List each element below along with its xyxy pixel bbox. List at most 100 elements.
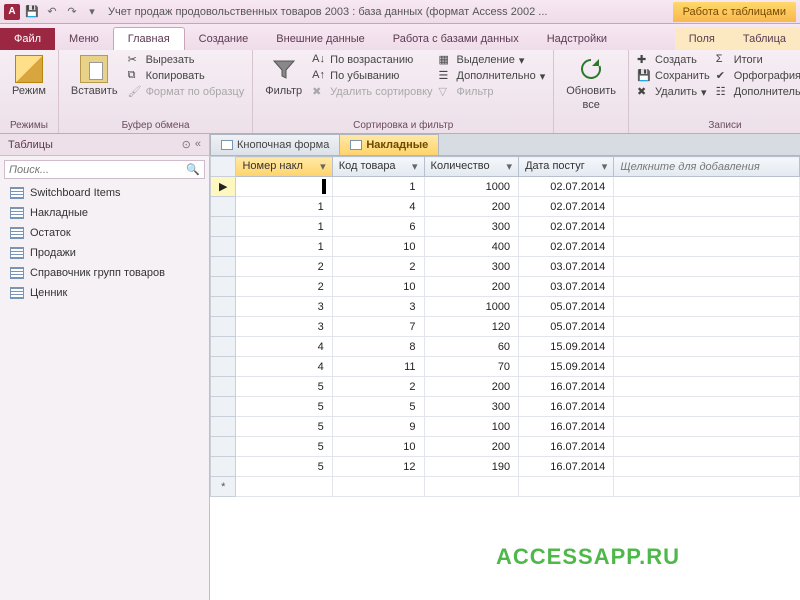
row-selector[interactable] (211, 357, 236, 377)
cell[interactable]: 200 (424, 437, 519, 457)
cell[interactable]: 5 (236, 377, 332, 397)
cell[interactable] (614, 357, 800, 377)
row-selector[interactable] (211, 337, 236, 357)
cell[interactable]: 10 (332, 277, 424, 297)
cell[interactable] (614, 257, 800, 277)
advanced-button[interactable]: ☰Дополнительно ▾ (439, 69, 546, 83)
nav-item[interactable]: Ценник (0, 283, 209, 303)
redo-icon[interactable]: ↷ (64, 4, 80, 20)
column-header[interactable]: Номер накл▾ (236, 157, 332, 177)
table-row[interactable]: 5910016.07.2014 (211, 417, 800, 437)
cell[interactable]: 3 (236, 297, 332, 317)
cell[interactable]: 02.07.2014 (519, 237, 614, 257)
cell[interactable]: 120 (424, 317, 519, 337)
file-tab[interactable]: Файл (0, 28, 55, 50)
table-row[interactable]: 4117015.09.2014 (211, 357, 800, 377)
document-tab[interactable]: Накладные (339, 134, 439, 155)
cell[interactable] (332, 477, 424, 497)
cell[interactable] (614, 177, 800, 197)
copy-button[interactable]: ⧉Копировать (128, 69, 245, 83)
cell[interactable]: 190 (424, 457, 519, 477)
cell[interactable]: 200 (424, 377, 519, 397)
cell[interactable]: 03.07.2014 (519, 257, 614, 277)
cell[interactable]: 15.09.2014 (519, 357, 614, 377)
cell[interactable]: 1 (236, 177, 332, 197)
row-selector[interactable] (211, 197, 236, 217)
datasheet[interactable]: Номер накл▾Код товара▾Количество▾Дата по… (210, 156, 800, 600)
row-selector[interactable] (211, 457, 236, 477)
cell[interactable]: 16.07.2014 (519, 437, 614, 457)
new-record-button[interactable]: ✚Создать (637, 53, 710, 67)
cell[interactable]: 3 (236, 317, 332, 337)
ribbon-context-tab[interactable]: Поля (675, 28, 729, 50)
column-header[interactable]: Количество▾ (424, 157, 519, 177)
row-selector[interactable] (211, 317, 236, 337)
cell[interactable] (424, 477, 519, 497)
cell[interactable]: 5 (236, 457, 332, 477)
cell[interactable]: 02.07.2014 (519, 197, 614, 217)
cell[interactable]: 02.07.2014 (519, 217, 614, 237)
cell[interactable]: 5 (332, 397, 424, 417)
cell[interactable]: 10 (332, 237, 424, 257)
table-row[interactable]: 1630002.07.2014 (211, 217, 800, 237)
cell[interactable]: 1000 (424, 177, 519, 197)
row-selector[interactable] (211, 237, 236, 257)
row-selector[interactable] (211, 417, 236, 437)
ribbon-tab[interactable]: Внешние данные (262, 28, 378, 50)
row-selector[interactable]: ▶ (211, 177, 236, 197)
cell[interactable]: 2 (332, 257, 424, 277)
row-selector[interactable] (211, 297, 236, 317)
cell[interactable]: 4 (332, 197, 424, 217)
cell[interactable]: 2 (332, 377, 424, 397)
table-row[interactable]: 1420002.07.2014 (211, 197, 800, 217)
cell[interactable]: 100 (424, 417, 519, 437)
nav-search[interactable]: 🔍 (4, 160, 205, 179)
nav-item[interactable]: Справочник групп товаров (0, 263, 209, 283)
totals-button[interactable]: ΣИтоги (716, 53, 800, 67)
document-tab[interactable]: Кнопочная форма (210, 134, 340, 155)
row-selector[interactable] (211, 257, 236, 277)
table-row[interactable]: 51020016.07.2014 (211, 437, 800, 457)
nav-header[interactable]: Таблицы ⊙ « (0, 134, 209, 156)
cell[interactable]: 6 (332, 217, 424, 237)
search-icon[interactable]: 🔍 (186, 163, 200, 176)
nav-item[interactable]: Продажи (0, 243, 209, 263)
refresh-all-button[interactable]: Обновить все (562, 53, 620, 113)
cell[interactable]: 16.07.2014 (519, 377, 614, 397)
cell[interactable] (614, 277, 800, 297)
ribbon-context-tab[interactable]: Таблица (729, 28, 800, 50)
column-header[interactable]: Код товара▾ (332, 157, 424, 177)
table-row[interactable]: 5220016.07.2014 (211, 377, 800, 397)
cell[interactable] (614, 317, 800, 337)
cell[interactable]: 1 (236, 197, 332, 217)
row-selector[interactable] (211, 277, 236, 297)
table-row[interactable]: 33100005.07.2014 (211, 297, 800, 317)
more-button[interactable]: ☷Дополнительно (716, 85, 800, 99)
cell[interactable]: 1 (332, 177, 424, 197)
cut-button[interactable]: ✂Вырезать (128, 53, 245, 67)
cell[interactable] (614, 337, 800, 357)
new-row[interactable] (211, 477, 800, 497)
cell[interactable]: 200 (424, 277, 519, 297)
cell[interactable]: 70 (424, 357, 519, 377)
cell[interactable]: 4 (236, 337, 332, 357)
nav-item[interactable]: Остаток (0, 223, 209, 243)
paste-button[interactable]: Вставить (67, 53, 122, 99)
ribbon-tab[interactable]: Главная (113, 27, 185, 50)
cell[interactable] (614, 457, 800, 477)
cell[interactable]: 2 (236, 277, 332, 297)
cell[interactable]: 3 (332, 297, 424, 317)
ribbon-tab[interactable]: Создание (185, 28, 263, 50)
cell[interactable]: 8 (332, 337, 424, 357)
cell[interactable]: 200 (424, 197, 519, 217)
cell[interactable]: 16.07.2014 (519, 457, 614, 477)
cell[interactable] (614, 197, 800, 217)
sort-asc-button[interactable]: A↓По возрастанию (312, 53, 432, 67)
spelling-button[interactable]: ✔Орфография (716, 69, 800, 83)
filter-button[interactable]: Фильтр (261, 53, 306, 99)
nav-collapse-icon[interactable]: « (195, 138, 201, 151)
cell[interactable] (519, 477, 614, 497)
selection-button[interactable]: ▦Выделение ▾ (439, 53, 546, 67)
cell[interactable]: 300 (424, 257, 519, 277)
cell[interactable]: 02.07.2014 (519, 177, 614, 197)
